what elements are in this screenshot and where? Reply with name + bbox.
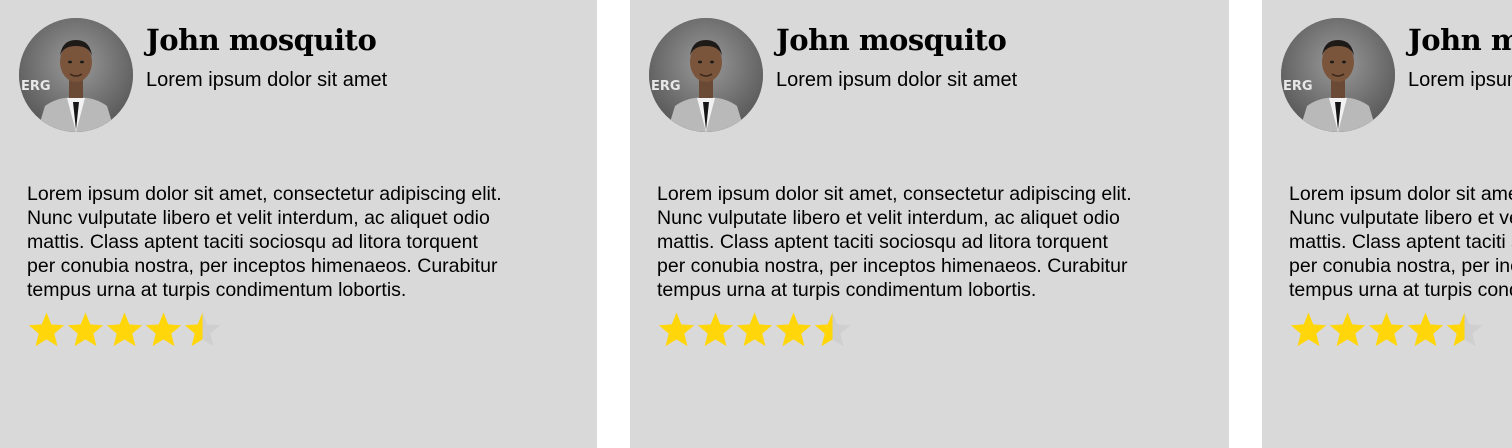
review-line: tempus urna at turpis condimentum lobort… [27,279,407,301]
review-line: per conubia nostra, per inceptos himenae… [1289,255,1512,277]
svg-text:ERG: ERG [1283,79,1313,94]
review-line: per conubia nostra, per inceptos himenae… [657,255,1128,277]
star-rating [1289,311,1484,349]
star-half-icon [184,312,221,347]
review-line: mattis. Class aptent taciti sociosqu ad … [27,231,478,253]
star-filled-icon [67,312,104,347]
reviewer-name: John mosquito [776,23,1007,57]
star-filled-icon [697,312,734,347]
avatar: ERG [1281,18,1395,132]
star-half-icon [1446,312,1483,347]
reviewer-subtitle: Lorem ipsum dolor sit amet [146,69,388,91]
review-line: Lorem ipsum dolor sit amet, consectetur … [27,183,502,205]
avatar: ERG [649,18,763,132]
star-half-icon [814,312,851,347]
star-filled-icon [28,312,65,347]
review-text: Lorem ipsum dolor sit amet, consectetur … [657,182,1202,302]
reviewer-subtitle: Lorem ipsum dolor sit amet [1408,69,1512,91]
star-filled-icon [1290,312,1327,347]
star-filled-icon [1407,312,1444,347]
star-filled-icon [775,312,812,347]
review-line: mattis. Class aptent taciti sociosqu ad … [1289,231,1512,253]
star-filled-icon [658,312,695,347]
review-line: tempus urna at turpis condimentum lobort… [657,279,1037,301]
review-line: mattis. Class aptent taciti sociosqu ad … [657,231,1108,253]
review-line: Nunc vulputate libero et velit interdum,… [27,207,490,229]
star-filled-icon [145,312,182,347]
reviewer-name: John mosquito [1408,23,1512,57]
testimonial-track: ERG John mosquito Lorem ipsum dolor sit … [0,0,1512,448]
reviewer-subtitle: Lorem ipsum dolor sit amet [776,69,1018,91]
testimonial-card: ERG John mosquito Lorem ipsum dolor sit … [630,0,1229,448]
testimonial-card: ERG John mosquito Lorem ipsum dolor sit … [0,0,597,448]
testimonial-card: ERG John mosquito Lorem ipsum dolor sit … [1262,0,1512,448]
review-line: Nunc vulputate libero et velit interdum,… [657,207,1120,229]
review-line: tempus urna at turpis condimentum lobort… [1289,279,1512,301]
star-filled-icon [1329,312,1366,347]
star-rating [657,311,852,349]
star-filled-icon [1368,312,1405,347]
review-text: Lorem ipsum dolor sit amet, consectetur … [1289,182,1512,302]
review-line: per conubia nostra, per inceptos himenae… [27,255,498,277]
review-line: Lorem ipsum dolor sit amet, consectetur … [1289,183,1512,205]
review-line: Nunc vulputate libero et velit interdum,… [1289,207,1512,229]
svg-text:ERG: ERG [651,79,681,94]
avatar: ERG [19,18,133,132]
review-line: Lorem ipsum dolor sit amet, consectetur … [657,183,1132,205]
reviewer-name: John mosquito [146,23,377,57]
svg-text:ERG: ERG [21,79,51,94]
star-filled-icon [736,312,773,347]
star-filled-icon [106,312,143,347]
testimonial-carousel[interactable]: ERG John mosquito Lorem ipsum dolor sit … [0,0,1512,448]
review-text: Lorem ipsum dolor sit amet, consectetur … [27,182,572,302]
star-rating [27,311,222,349]
